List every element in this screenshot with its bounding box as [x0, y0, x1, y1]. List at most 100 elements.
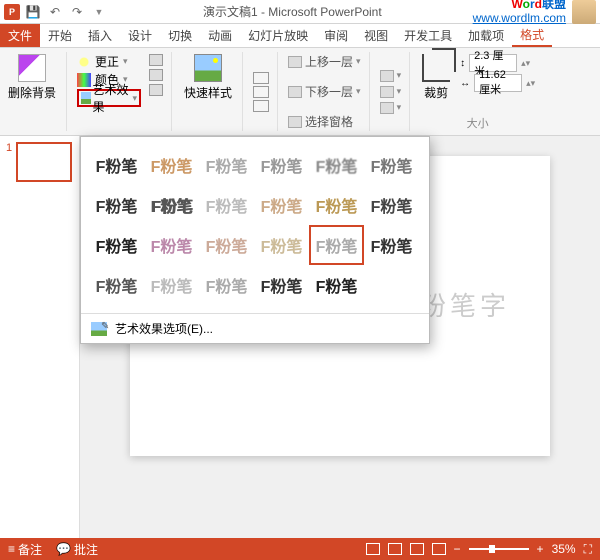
effect-option[interactable]: F粉笔 — [364, 145, 419, 185]
slide-editor: F粉笔 F粉笔 F粉笔 F粉笔 F粉笔 F粉笔 F粉笔 F粉笔 F粉笔 F粉笔 … — [80, 136, 600, 538]
save-icon[interactable]: 💾 — [24, 3, 42, 21]
compress-icon[interactable] — [149, 54, 163, 66]
effect-option[interactable]: F粉笔 — [364, 185, 419, 225]
zoom-out-button[interactable]: − — [454, 542, 461, 556]
zoom-in-button[interactable]: + — [537, 542, 544, 556]
quick-styles-button[interactable]: 快速样式 — [182, 52, 234, 103]
crop-label: 裁剪 — [424, 84, 448, 101]
slideshow-view-icon[interactable] — [432, 543, 446, 555]
selection-pane-button[interactable]: 选择窗格 — [288, 113, 361, 130]
effect-option[interactable]: F粉笔 — [254, 185, 309, 225]
window-title: 演示文稿1 - Microsoft PowerPoint — [112, 3, 473, 20]
tab-developer[interactable]: 开发工具 — [396, 24, 460, 47]
undo-icon[interactable]: ↶ — [46, 3, 64, 21]
redo-icon[interactable]: ↷ — [68, 3, 86, 21]
width-input[interactable]: ↔11.62 厘米▴▾ — [460, 74, 535, 92]
artistic-effects-options-button[interactable]: 艺术效果选项(E)... — [81, 313, 429, 343]
thumbnail-preview — [16, 142, 72, 182]
picture-effects-icon[interactable] — [253, 86, 269, 98]
sorter-view-icon[interactable] — [388, 543, 402, 555]
tab-format[interactable]: 格式 — [512, 24, 552, 47]
titlebar: P 💾 ↶ ↷ ▼ 演示文稿1 - Microsoft PowerPoint W… — [0, 0, 600, 24]
zoom-slider[interactable] — [469, 548, 529, 550]
effect-option[interactable]: F粉笔 — [254, 225, 309, 265]
normal-view-icon[interactable] — [366, 543, 380, 555]
align-icon[interactable]: ▾ — [380, 70, 402, 82]
user-avatar[interactable] — [572, 0, 596, 24]
selection-pane-icon — [288, 116, 302, 128]
qat-dropdown-icon[interactable]: ▼ — [90, 3, 108, 21]
thumbnail-number: 1 — [6, 142, 12, 182]
effect-option[interactable]: F粉笔 — [309, 265, 364, 305]
group-styles: 快速样式 — [182, 52, 243, 131]
group-arrange: 上移一层▾ 下移一层▾ 选择窗格 — [288, 52, 370, 131]
rotate-icon[interactable]: ▾ — [380, 102, 402, 114]
quick-styles-label: 快速样式 — [184, 84, 232, 101]
color-icon — [77, 73, 91, 87]
fit-to-window-icon[interactable]: ⛶ — [584, 542, 592, 557]
powerpoint-icon: P — [4, 4, 20, 20]
effect-option[interactable]: F粉笔 — [144, 265, 199, 305]
effect-option[interactable]: F粉笔 — [199, 265, 254, 305]
tab-home[interactable]: 开始 — [40, 24, 80, 47]
effects-grid: F粉笔 F粉笔 F粉笔 F粉笔 F粉笔 F粉笔 F粉笔 F粉笔 F粉笔 F粉笔 … — [81, 137, 429, 313]
thumbnail-1[interactable]: 1 — [6, 142, 73, 182]
picture-layout-icon[interactable] — [253, 100, 269, 112]
tab-insert[interactable]: 插入 — [80, 24, 120, 47]
quick-access-toolbar: P 💾 ↶ ↷ ▼ — [0, 3, 112, 21]
effect-option[interactable]: F粉笔 — [89, 145, 144, 185]
effect-option-selected[interactable]: F粉笔 — [309, 225, 364, 265]
tab-transition[interactable]: 切换 — [160, 24, 200, 47]
group-icon[interactable]: ▾ — [380, 86, 402, 98]
tab-view[interactable]: 视图 — [356, 24, 396, 47]
crop-button[interactable]: 裁剪 — [420, 52, 452, 103]
bring-forward-button[interactable]: 上移一层▾ — [288, 53, 361, 70]
reading-view-icon[interactable] — [410, 543, 424, 555]
tab-slideshow[interactable]: 幻灯片放映 — [240, 24, 316, 47]
effect-option[interactable]: F粉笔 — [144, 145, 199, 185]
effect-option[interactable]: F粉笔 — [309, 145, 364, 185]
comments-button[interactable]: 💬批注 — [56, 541, 98, 558]
effect-option[interactable]: F粉笔 — [364, 225, 419, 265]
artistic-effects-highlight: 艺术效果▾ — [77, 89, 141, 107]
tab-file[interactable]: 文件 — [0, 24, 40, 47]
tab-design[interactable]: 设计 — [120, 24, 160, 47]
notes-button[interactable]: ≡备注 — [8, 541, 42, 558]
bring-forward-icon — [288, 56, 302, 68]
effect-option[interactable]: F粉笔 — [144, 225, 199, 265]
tab-review[interactable]: 审阅 — [316, 24, 356, 47]
effect-option[interactable]: F粉笔 — [199, 145, 254, 185]
slide-thumbnails: 1 — [0, 136, 80, 538]
effect-option[interactable]: F粉笔 — [144, 185, 199, 225]
status-bar: ≡备注 💬批注 − + 35% ⛶ — [0, 538, 600, 560]
effect-option[interactable]: F粉笔 — [254, 265, 309, 305]
corrections-button[interactable]: 更正▾ — [77, 53, 141, 70]
effect-option[interactable]: F粉笔 — [89, 225, 144, 265]
remove-background-label: 删除背景 — [8, 84, 56, 101]
group-size: 裁剪 ↕2.3 厘米▴▾ ↔11.62 厘米▴▾ 大小 — [420, 52, 543, 131]
crop-icon — [422, 54, 450, 82]
artistic-effects-button[interactable]: 艺术效果▾ — [77, 89, 141, 107]
effect-option[interactable]: F粉笔 — [309, 185, 364, 225]
change-picture-icon[interactable] — [149, 69, 163, 81]
send-backward-button[interactable]: 下移一层▾ — [288, 83, 361, 100]
effect-option[interactable]: F粉笔 — [254, 145, 309, 185]
effect-option[interactable]: F粉笔 — [89, 185, 144, 225]
remove-background-icon — [18, 54, 46, 82]
effect-option[interactable]: F粉笔 — [199, 225, 254, 265]
tab-addins[interactable]: 加载项 — [460, 24, 512, 47]
remove-background-button[interactable]: 删除背景 — [6, 52, 58, 103]
ribbon-tabs: 文件 开始 插入 设计 切换 动画 幻灯片放映 审阅 视图 开发工具 加载项 格… — [0, 24, 600, 48]
artistic-effects-dropdown: F粉笔 F粉笔 F粉笔 F粉笔 F粉笔 F粉笔 F粉笔 F粉笔 F粉笔 F粉笔 … — [80, 136, 430, 344]
reset-picture-icon[interactable] — [149, 84, 163, 96]
effect-option[interactable]: F粉笔 — [199, 185, 254, 225]
quick-styles-icon — [194, 54, 222, 82]
ribbon: 删除背景 更正▾ 颜色▾ 艺术效果▾ 快速样式 — [0, 48, 600, 136]
options-label: 艺术效果选项(E)... — [115, 320, 213, 337]
zoom-level[interactable]: 35% — [552, 542, 576, 556]
picture-border-icon[interactable] — [253, 72, 269, 84]
titlebar-right: Word联盟 www.wordlm.com — [473, 0, 600, 25]
tab-animation[interactable]: 动画 — [200, 24, 240, 47]
corrections-icon — [77, 55, 91, 69]
effect-option[interactable]: F粉笔 — [89, 265, 144, 305]
